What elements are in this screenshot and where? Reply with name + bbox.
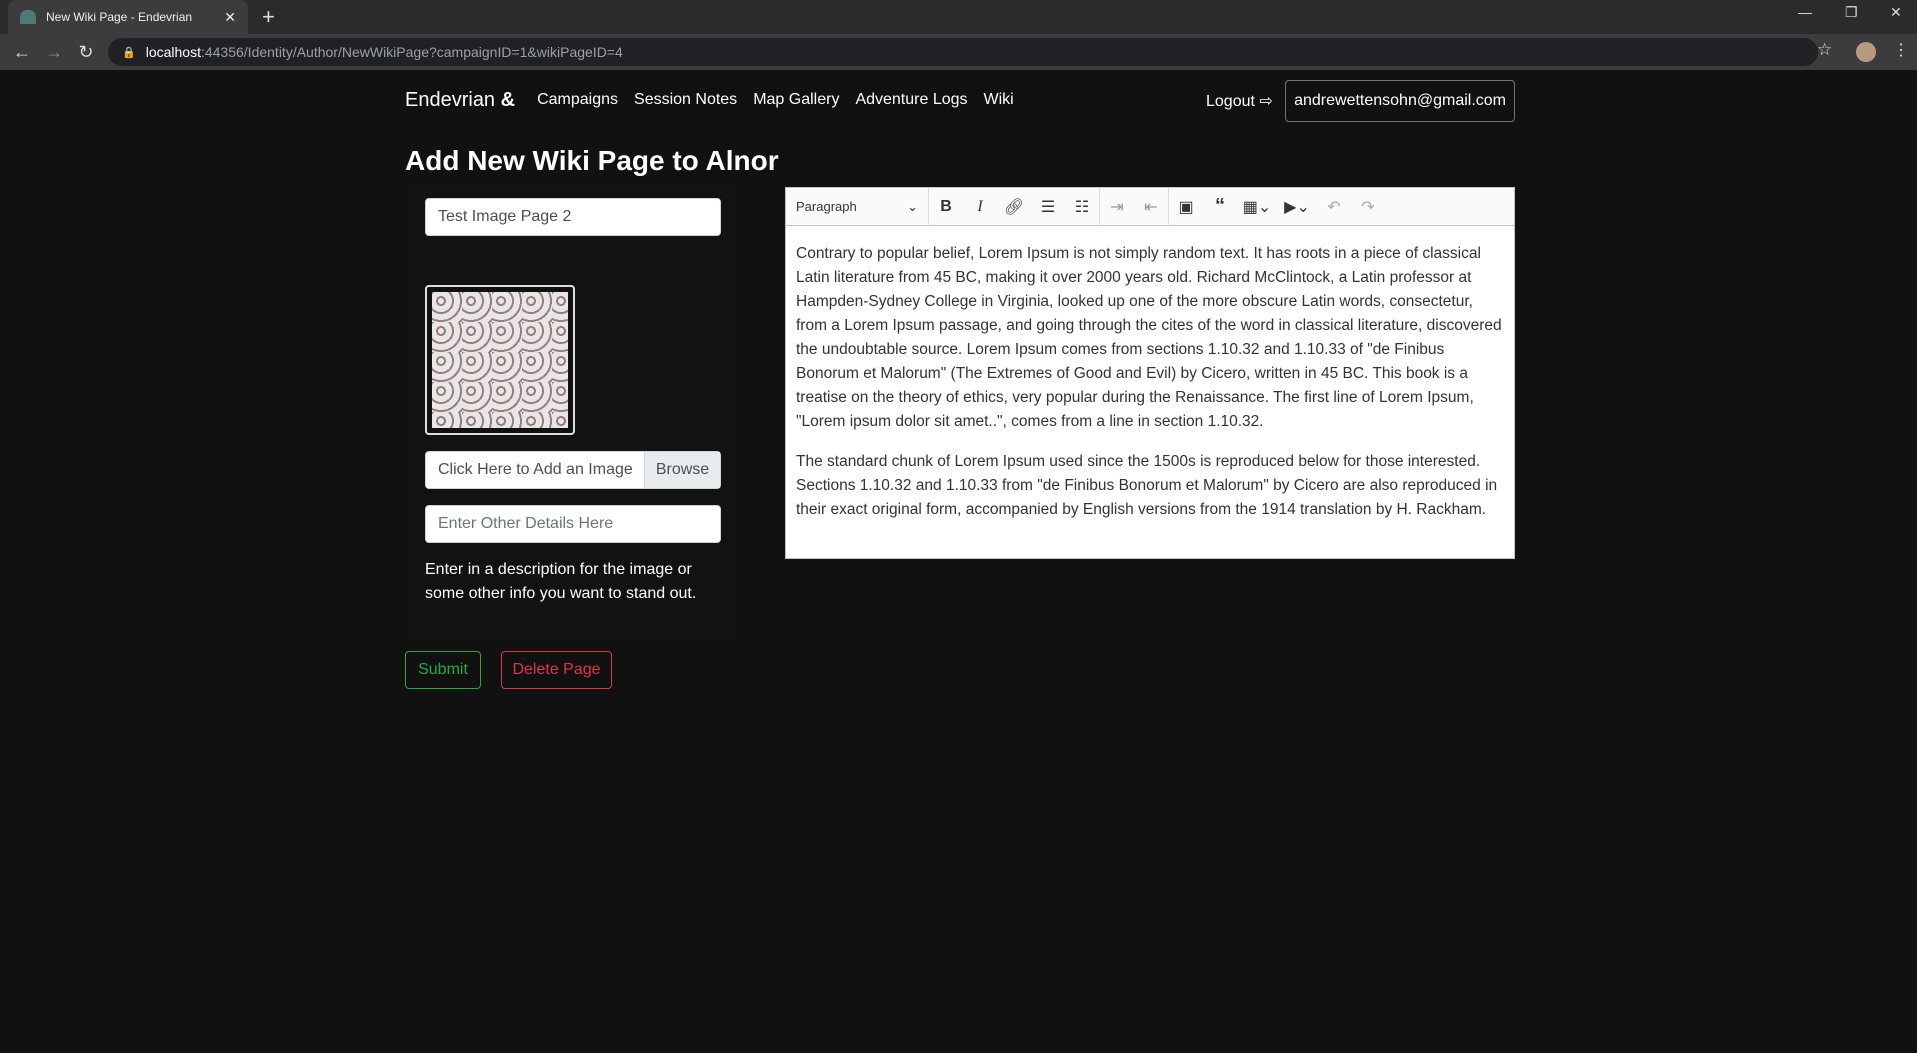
block-format-select[interactable]: Paragraph ⌄: [786, 187, 929, 226]
numbered-list-icon[interactable]: ☷: [1065, 197, 1099, 217]
media-icon[interactable]: ▶⌄: [1277, 197, 1317, 217]
restore-icon[interactable]: ❐: [1845, 4, 1858, 21]
lock-icon: 🔒: [122, 46, 136, 59]
browser-menu-icon[interactable]: ⋮: [1893, 40, 1909, 60]
new-tab-icon[interactable]: +: [262, 4, 275, 30]
forward-icon[interactable]: →: [38, 42, 70, 63]
minimize-icon[interactable]: —: [1798, 4, 1812, 20]
editor-paragraph: The standard chunk of Lorem Ipsum used s…: [796, 453, 1498, 518]
editor-toolbar: Paragraph ⌄ B I 🔗︎ ☰ ☷ ⇥ ⇤ ▣ “ ▦⌄ ▶⌄ ↶ ↷: [786, 187, 1514, 226]
nav-session-notes[interactable]: Session Notes: [634, 91, 737, 109]
url-input[interactable]: 🔒 localhost:44356/Identity/Author/NewWik…: [108, 38, 1818, 66]
page-title-input[interactable]: Test Image Page 2: [425, 198, 721, 236]
account-email-button[interactable]: andrewettensohn@gmail.com: [1285, 80, 1515, 122]
image-icon[interactable]: ▣: [1169, 197, 1203, 217]
image-preview: [425, 285, 575, 435]
nav-adventure-logs[interactable]: Adventure Logs: [855, 91, 967, 109]
link-icon[interactable]: 🔗︎: [997, 197, 1031, 217]
outdent-icon[interactable]: ⇤: [1134, 197, 1168, 217]
bold-icon[interactable]: B: [929, 198, 963, 216]
description-help: Enter in a description for the image or …: [425, 561, 697, 602]
tab-title: New Wiki Page - Endevrian: [46, 10, 193, 24]
nav-campaigns[interactable]: Campaigns: [537, 91, 618, 109]
chevron-down-icon: ⌄: [907, 198, 918, 214]
delete-page-button[interactable]: Delete Page: [501, 651, 612, 689]
table-icon[interactable]: ▦⌄: [1237, 197, 1277, 217]
bullet-list-icon[interactable]: ☰: [1031, 197, 1065, 217]
logout-icon: ⇨: [1259, 93, 1273, 110]
image-file-input[interactable]: Click Here to Add an Image Browse: [425, 451, 721, 489]
page-title: Add New Wiki Page to Alnor: [405, 145, 779, 176]
browse-button[interactable]: Browse: [644, 452, 720, 488]
italic-icon[interactable]: I: [963, 198, 997, 216]
blockquote-icon[interactable]: “: [1203, 195, 1237, 218]
redo-icon[interactable]: ↷: [1351, 197, 1385, 217]
back-icon[interactable]: ←: [6, 42, 38, 63]
editor-paragraph: Contrary to popular belief, Lorem Ipsum …: [796, 245, 1502, 430]
address-bar-row: ← → ↻ 🔒 localhost:44356/Identity/Author/…: [0, 34, 1917, 70]
bookmark-star-icon[interactable]: ☆: [1817, 40, 1832, 60]
indent-icon[interactable]: ⇥: [1100, 197, 1134, 217]
tab-strip: New Wiki Page - Endevrian ✕ + — ❐ ✕: [0, 0, 1917, 34]
nav-map-gallery[interactable]: Map Gallery: [753, 91, 839, 109]
editor-content[interactable]: Contrary to popular belief, Lorem Ipsum …: [786, 226, 1514, 554]
brand-logo: &: [500, 88, 516, 111]
url-path: :44356/Identity/Author/NewWikiPage?campa…: [200, 44, 623, 60]
browser-tab[interactable]: New Wiki Page - Endevrian ✕: [8, 0, 248, 34]
nav-wiki[interactable]: Wiki: [984, 91, 1014, 109]
close-window-icon[interactable]: ✕: [1890, 4, 1902, 21]
undo-icon[interactable]: ↶: [1317, 197, 1351, 217]
submit-button[interactable]: Submit: [405, 651, 481, 689]
brand[interactable]: Endevrian &: [405, 89, 515, 112]
logout-link[interactable]: Logout ⇨: [1206, 91, 1273, 111]
file-label: Click Here to Add an Image: [438, 461, 633, 478]
details-input[interactable]: Enter Other Details Here: [425, 505, 721, 543]
rich-text-editor: Paragraph ⌄ B I 🔗︎ ☰ ☷ ⇥ ⇤ ▣ “ ▦⌄ ▶⌄ ↶ ↷ …: [785, 187, 1515, 559]
url-host: localhost: [145, 44, 201, 60]
close-tab-icon[interactable]: ✕: [224, 9, 236, 26]
navbar: Endevrian & Campaigns Session Notes Map …: [405, 80, 1515, 122]
brand-name: Endevrian: [405, 88, 496, 111]
logout-label: Logout: [1206, 93, 1255, 110]
reload-icon[interactable]: ↻: [70, 42, 102, 63]
favicon-icon: [20, 10, 36, 24]
block-format-label: Paragraph: [796, 199, 857, 214]
profile-avatar[interactable]: [1856, 42, 1876, 62]
